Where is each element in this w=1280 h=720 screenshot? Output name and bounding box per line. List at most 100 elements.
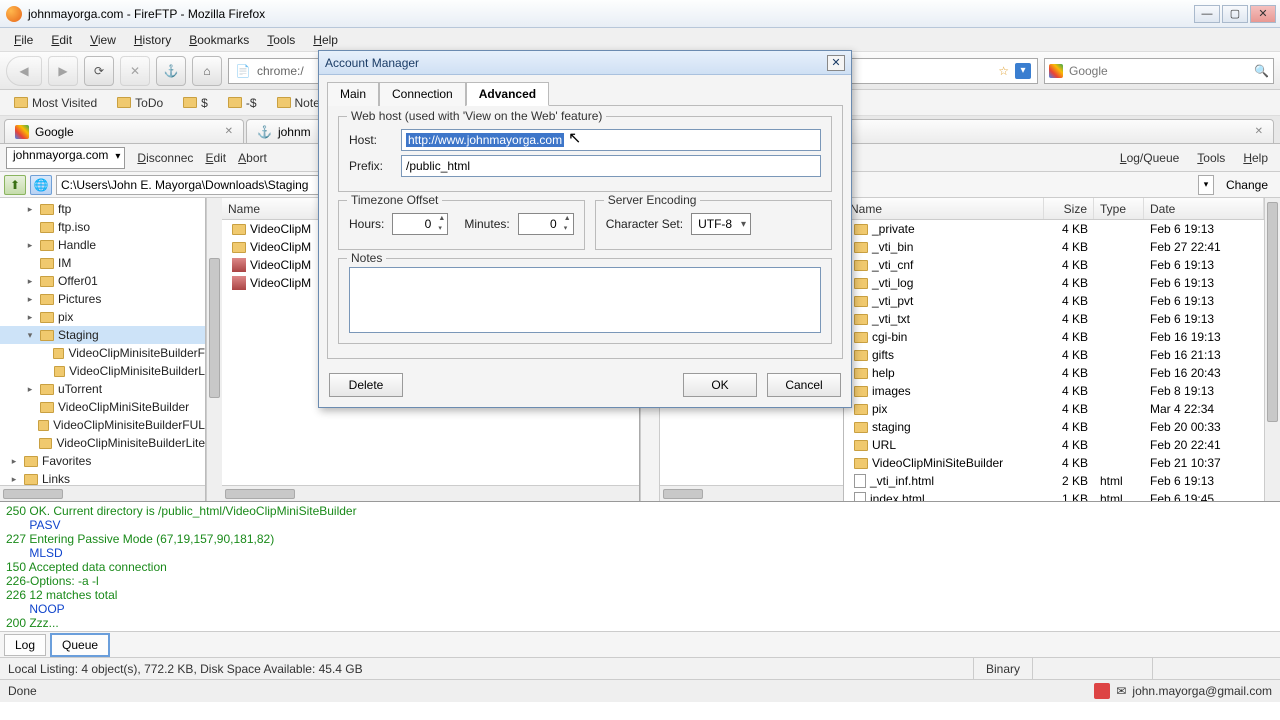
ok-button[interactable]: OK (683, 373, 757, 397)
file-row[interactable]: _vti_inf.html2 KBhtmlFeb 6 19:13 (844, 472, 1264, 490)
tree-item[interactable]: ▾Staging (0, 326, 205, 344)
tree-item[interactable]: IM (0, 254, 205, 272)
file-row[interactable]: gifts4 KBFeb 16 21:13 (844, 346, 1264, 364)
forward-button[interactable]: ▶ (48, 56, 78, 86)
tree-item[interactable]: VideoClipMinisiteBuilderLite (0, 434, 205, 452)
tree-item[interactable]: ▸ftp (0, 200, 205, 218)
file-row[interactable]: pix4 KBMar 4 22:34 (844, 400, 1264, 418)
tab-main[interactable]: Main (327, 82, 379, 106)
search-box[interactable]: Google 🔍 (1044, 58, 1274, 84)
reload-button[interactable]: ⟳ (84, 56, 114, 86)
fireftp-icon[interactable]: ⚓ (156, 56, 186, 86)
file-row[interactable]: VideoClipMiniSiteBuilder4 KBFeb 21 10:37 (844, 454, 1264, 472)
remote-col-name[interactable]: Name (844, 198, 1044, 219)
tree-item[interactable]: ▸Pictures (0, 290, 205, 308)
ftp-link[interactable]: Help (1237, 151, 1274, 165)
ftp-link[interactable]: Edit (199, 151, 232, 165)
log-tab-queue[interactable]: Queue (50, 633, 110, 657)
tree-item[interactable]: ▸pix (0, 308, 205, 326)
remote-file-list[interactable]: _private4 KBFeb 6 19:13_vti_bin4 KBFeb 2… (844, 220, 1264, 501)
notes-textarea[interactable] (349, 267, 821, 333)
tab-close-icon[interactable]: ✕ (225, 126, 233, 137)
tab-connection[interactable]: Connection (379, 82, 466, 106)
menu-view[interactable]: View (82, 31, 124, 49)
local-browse-button[interactable]: 🌐 (30, 175, 52, 195)
minimize-button[interactable]: — (1194, 5, 1220, 23)
tree-item[interactable]: ▸Offer01 (0, 272, 205, 290)
remote-file-vscroll[interactable] (1264, 198, 1280, 501)
file-row[interactable]: index.html1 KBhtmlFeb 6 19:45 (844, 490, 1264, 501)
bookmark-item[interactable]: -$ (222, 94, 263, 112)
menu-edit[interactable]: Edit (43, 31, 80, 49)
tab-close-icon[interactable]: ✕ (1255, 126, 1263, 137)
host-input[interactable]: http://www.johnmayorga.com (401, 129, 821, 151)
menu-tools[interactable]: Tools (259, 31, 303, 49)
charset-select[interactable]: UTF-8 (691, 213, 751, 235)
home-button[interactable]: ⌂ (192, 56, 222, 86)
hours-spinner[interactable]: 0 (392, 213, 448, 235)
file-row[interactable]: staging4 KBFeb 20 00:33 (844, 418, 1264, 436)
bookmark-star-icon[interactable]: ☆ (998, 64, 1009, 78)
tree-item[interactable]: VideoClipMinisiteBuilderL (0, 362, 205, 380)
tree-item[interactable]: ▸Handle (0, 236, 205, 254)
remote-file-header[interactable]: Name Size Type Date (844, 198, 1264, 220)
tree-item[interactable]: ▸Links (0, 470, 205, 485)
menu-bookmarks[interactable]: Bookmarks (181, 31, 257, 49)
file-row[interactable]: _vti_pvt4 KBFeb 6 19:13 (844, 292, 1264, 310)
menu-file[interactable]: File (6, 31, 41, 49)
account-select[interactable]: johnmayorga.com (6, 147, 125, 169)
maximize-button[interactable]: ▢ (1222, 5, 1248, 23)
local-file-hscroll[interactable] (222, 485, 639, 501)
local-up-button[interactable]: ⬆ (4, 175, 26, 195)
change-button[interactable]: Change (1218, 176, 1276, 194)
remote-col-type[interactable]: Type (1094, 198, 1144, 219)
ftp-link[interactable]: Abort (232, 151, 273, 165)
file-row[interactable]: _vti_txt4 KBFeb 6 19:13 (844, 310, 1264, 328)
file-row[interactable]: images4 KBFeb 8 19:13 (844, 382, 1264, 400)
tree-item[interactable]: ftp.iso (0, 218, 205, 236)
file-row[interactable]: URL4 KBFeb 20 22:41 (844, 436, 1264, 454)
tree-item[interactable]: VideoClipMinisiteBuilderFUL (0, 416, 205, 434)
file-row[interactable]: _private4 KBFeb 6 19:13 (844, 220, 1264, 238)
ftp-link[interactable]: Tools (1191, 151, 1231, 165)
prefix-input[interactable]: /public_html (401, 155, 821, 177)
tree-item[interactable]: VideoClipMiniSiteBuilder (0, 398, 205, 416)
remote-col-size[interactable]: Size (1044, 198, 1094, 219)
tab-advanced[interactable]: Advanced (466, 82, 549, 106)
noscript-icon[interactable] (1094, 683, 1110, 699)
menu-history[interactable]: History (126, 31, 179, 49)
bookmark-item[interactable]: Most Visited (8, 94, 103, 112)
remote-tree-hscroll[interactable] (660, 485, 843, 501)
ftp-link[interactable]: Disconnec (131, 151, 199, 165)
file-row[interactable]: _vti_cnf4 KBFeb 6 19:13 (844, 256, 1264, 274)
remote-path-dropdown[interactable]: ▾ (1198, 175, 1214, 195)
log-tab-log[interactable]: Log (4, 634, 46, 656)
dialog-close-button[interactable]: ✕ (827, 55, 845, 71)
status-email-icon[interactable]: ✉ (1116, 684, 1126, 698)
search-go-icon[interactable]: 🔍 (1254, 64, 1269, 78)
local-tree-hscroll[interactable] (0, 485, 205, 501)
bookmark-item[interactable]: ToDo (111, 94, 169, 112)
tree-item[interactable]: ▸Favorites (0, 452, 205, 470)
delete-button[interactable]: Delete (329, 373, 403, 397)
ftp-link[interactable]: Log/Queue (1114, 151, 1185, 165)
dialog-titlebar[interactable]: Account Manager ✕ (319, 51, 851, 75)
local-tree[interactable]: ▸ftpftp.iso▸HandleIM▸Offer01▸Pictures▸pi… (0, 198, 205, 485)
remote-col-date[interactable]: Date (1144, 198, 1264, 219)
cancel-button[interactable]: Cancel (767, 373, 841, 397)
feed-icon[interactable]: ▾ (1015, 63, 1031, 79)
local-tree-vscroll[interactable] (206, 198, 222, 501)
minutes-spinner[interactable]: 0 (518, 213, 574, 235)
back-button[interactable]: ◀ (6, 56, 42, 86)
tree-item[interactable]: ▸uTorrent (0, 380, 205, 398)
menu-help[interactable]: Help (305, 31, 346, 49)
file-row[interactable]: cgi-bin4 KBFeb 16 19:13 (844, 328, 1264, 346)
window-close-button[interactable]: ✕ (1250, 5, 1276, 23)
bookmark-item[interactable]: $ (177, 94, 214, 112)
log-pane[interactable]: 250 OK. Current directory is /public_htm… (0, 502, 1280, 632)
file-row[interactable]: _vti_log4 KBFeb 6 19:13 (844, 274, 1264, 292)
file-row[interactable]: _vti_bin4 KBFeb 27 22:41 (844, 238, 1264, 256)
tree-item[interactable]: VideoClipMinisiteBuilderF (0, 344, 205, 362)
file-row[interactable]: help4 KBFeb 16 20:43 (844, 364, 1264, 382)
stop-button[interactable]: ✕ (120, 56, 150, 86)
